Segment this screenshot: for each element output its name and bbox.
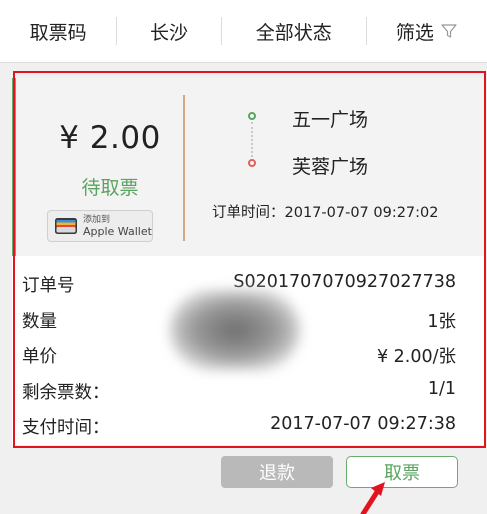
- order-time: 订单时间：2017-07-07 09:27:02: [212, 205, 439, 221]
- start-station: 五一广场: [292, 109, 369, 131]
- filter-city[interactable]: 长沙: [117, 0, 220, 62]
- wallet-label-line2: Apple Wallet: [83, 225, 152, 238]
- filter-city-label: 长沙: [149, 21, 188, 44]
- summary-divider: [183, 95, 185, 241]
- blurred-redaction: [170, 290, 300, 370]
- add-to-apple-wallet-button[interactable]: 添加到 Apple Wallet: [47, 210, 153, 242]
- ticket-status: 待取票: [81, 177, 139, 199]
- ticket-price: ¥ 2.00: [59, 120, 161, 156]
- filter-status-label: 全部状态: [255, 21, 332, 44]
- detail-label: 单价: [22, 347, 57, 367]
- detail-label: 订单号: [22, 276, 75, 296]
- detail-label: 数量: [22, 311, 57, 332]
- detail-label: 剩余票数：: [22, 382, 110, 403]
- end-station: 芙蓉广场: [292, 156, 369, 178]
- end-station-icon: [248, 159, 256, 167]
- refund-button-label: 退款: [259, 463, 295, 484]
- filter-pickup-code[interactable]: 取票码: [0, 0, 116, 62]
- status-indicator-strip: [12, 78, 16, 256]
- detail-row-pay-time: 支付时间： 2017-07-07 09:27:38: [12, 410, 486, 446]
- filter-bar: 取票码 长沙 全部状态 筛选: [0, 0, 487, 63]
- filter-status[interactable]: 全部状态: [222, 0, 366, 62]
- wallet-icon: [55, 218, 77, 234]
- refund-button[interactable]: 退款: [221, 456, 333, 488]
- pointer-arrow-icon: [360, 482, 385, 514]
- route-line: [251, 122, 253, 157]
- detail-value: 1/1: [427, 378, 456, 399]
- wallet-label: 添加到 Apple Wallet: [83, 215, 152, 237]
- filter-button[interactable]: 筛选: [367, 0, 487, 62]
- filter-pickup-code-label: 取票码: [29, 21, 87, 44]
- start-station-icon: [248, 112, 256, 120]
- detail-value: 2017-07-07 09:27:38: [270, 414, 456, 434]
- detail-value: S0201707070927027738: [233, 272, 456, 292]
- detail-value: 1张: [427, 311, 456, 332]
- filter-button-label: 筛选: [395, 21, 434, 44]
- detail-value: ¥ 2.00/张: [376, 347, 456, 367]
- funnel-icon: [441, 24, 457, 38]
- detail-label: 支付时间：: [22, 418, 110, 438]
- detail-row-remaining: 剩余票数： 1/1: [12, 375, 486, 411]
- ticket-card[interactable]: ¥ 2.00 待取票 添加到 Apple Wallet 五一广场 芙蓉广场 订单…: [12, 78, 486, 445]
- ticket-summary: ¥ 2.00 待取票 添加到 Apple Wallet 五一广场 芙蓉广场 订单…: [12, 78, 486, 256]
